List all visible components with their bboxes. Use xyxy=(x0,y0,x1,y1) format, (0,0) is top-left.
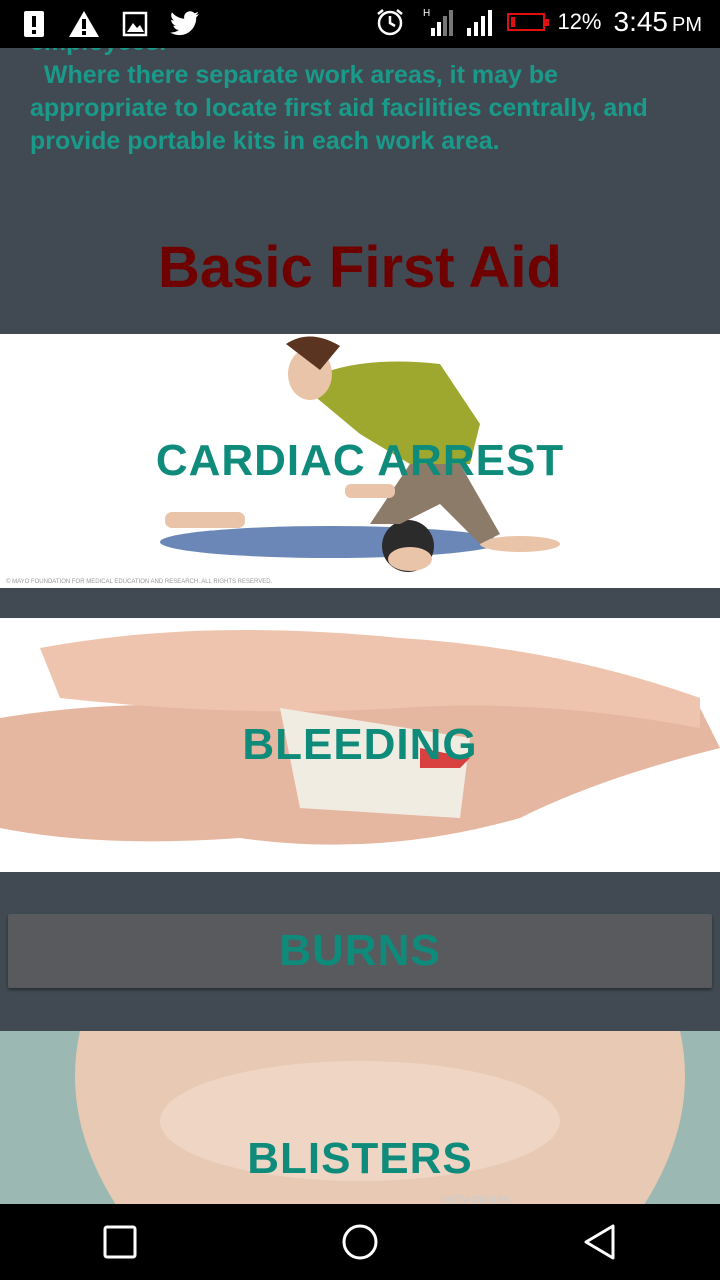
status-bar: H 12% 3:45 PM xyxy=(0,0,720,48)
navigation-bar xyxy=(0,1204,720,1280)
battery-percent: 12% xyxy=(557,9,602,34)
signal-h-icon: H xyxy=(423,8,454,36)
alert-icon xyxy=(24,11,44,37)
alarm-icon xyxy=(377,9,404,36)
signal-icon xyxy=(467,10,493,36)
page-title: Basic First Aid xyxy=(158,235,562,300)
cardiac-arrest-label: CARDIAC ARREST xyxy=(155,436,565,485)
battery-icon xyxy=(507,13,550,31)
intro-paragraph: employees. Where there separate work are… xyxy=(30,48,648,155)
blisters-label: BLISTERS xyxy=(247,1133,473,1183)
home-button[interactable] xyxy=(320,1212,400,1272)
clock: 3:45 PM xyxy=(614,6,703,38)
scroll-content[interactable]: employees. Where there separate work are… xyxy=(0,48,720,1204)
cardiac-arrest-button[interactable]: © MAYO FOUNDATION FOR MEDICAL EDUCATION … xyxy=(0,334,720,588)
recents-button[interactable] xyxy=(80,1212,160,1272)
warning-icon xyxy=(69,11,99,37)
home-circle-icon xyxy=(342,1224,378,1260)
back-triangle-icon xyxy=(584,1224,615,1260)
twitter-icon xyxy=(170,11,199,36)
cardiac-image-credit: © MAYO FOUNDATION FOR MEDICAL EDUCATION … xyxy=(6,578,273,585)
back-button[interactable] xyxy=(560,1212,640,1272)
burns-button[interactable]: BURNS xyxy=(8,914,712,988)
blisters-button[interactable]: gettyimages BLISTERS xyxy=(0,1031,720,1204)
burns-label: BURNS xyxy=(279,926,441,975)
bleeding-button[interactable]: BLEEDING xyxy=(0,618,720,872)
clock-time: 3:45 xyxy=(613,6,669,37)
bleeding-label: BLEEDING xyxy=(242,720,478,769)
clock-ampm: PM xyxy=(672,14,702,36)
svg-text:H: H xyxy=(423,8,430,19)
image-icon xyxy=(122,11,148,37)
blisters-image-credit: gettyimages xyxy=(440,1191,511,1204)
recents-square-icon xyxy=(103,1225,137,1259)
